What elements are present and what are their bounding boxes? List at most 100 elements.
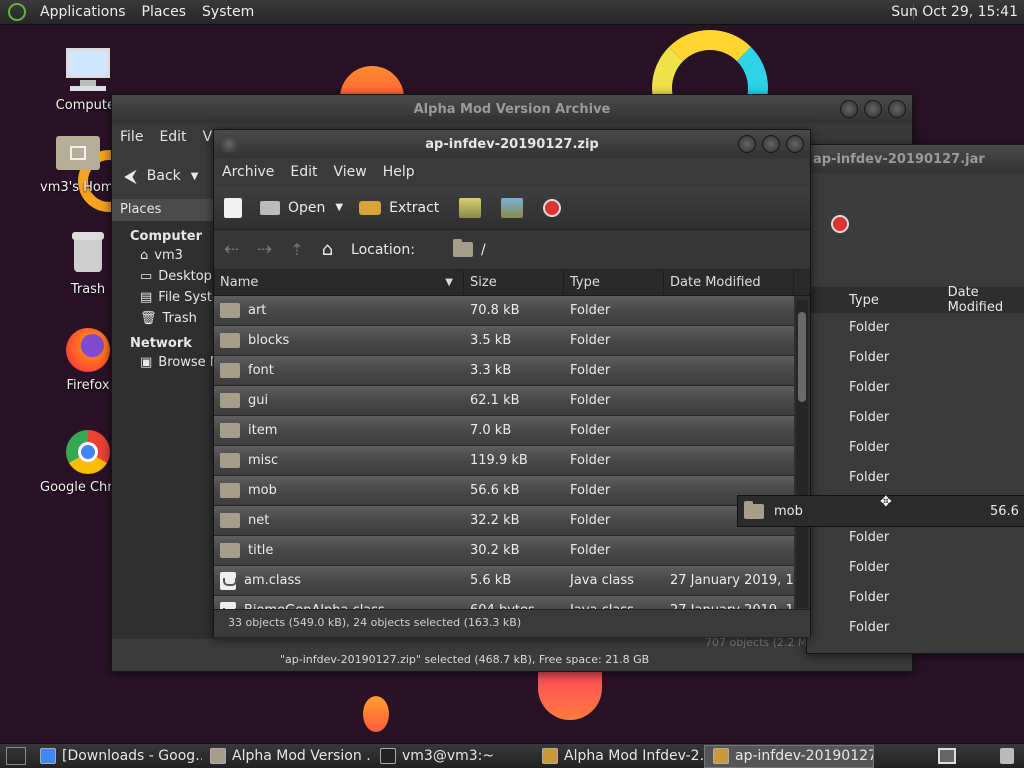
taskbar-item[interactable]: Alpha Mod Infdev-2… — [534, 745, 704, 768]
minimize-button[interactable] — [738, 135, 756, 153]
sidebar-header[interactable]: Places — [112, 199, 216, 221]
menu-view[interactable]: View — [326, 164, 375, 180]
object-count: 707 objects (2.2 MB) — [705, 636, 820, 649]
taskbar-item[interactable]: [Downloads - Goog… — [32, 745, 202, 768]
places-menu[interactable]: Places — [134, 4, 195, 20]
file-row[interactable]: title 30.2 kB Folder — [214, 536, 794, 566]
jar-file-row[interactable]: Folder — [807, 463, 1024, 493]
vertical-scrollbar[interactable] — [796, 300, 808, 608]
menu-help[interactable]: Help — [375, 164, 423, 180]
jar-file-row[interactable]: Folder — [807, 523, 1024, 553]
file-size-cell: 5.6 kB — [470, 573, 512, 588]
terminal-icon — [380, 748, 396, 764]
add-files-button[interactable] — [459, 197, 482, 218]
java-class-icon — [220, 571, 237, 590]
applications-menu[interactable]: Applications — [32, 4, 134, 20]
add-folder-button[interactable] — [501, 197, 524, 218]
taskbar-item[interactable]: ap-infdev-20190127… — [704, 744, 874, 768]
open-button[interactable]: Open — [260, 200, 325, 216]
file-size-cell: 70.8 kB — [470, 303, 520, 318]
folder-icon — [220, 543, 240, 558]
folder-icon — [220, 483, 240, 498]
stop-button[interactable] — [543, 198, 562, 217]
maximize-button[interactable] — [864, 100, 882, 118]
jar-file-row[interactable]: Folder — [807, 613, 1024, 643]
jar-file-list: Folder Folder Folder Folder Folder Folder Fold… — [807, 313, 1024, 643]
taskbar-item[interactable]: Alpha Mod Version … — [202, 745, 372, 768]
sidebar-item-filesystem[interactable]: ▤ File System — [112, 286, 233, 307]
distro-logo-icon[interactable] — [8, 3, 26, 21]
sidebar-item-browse-network[interactable]: ▣ Browse Network — [112, 351, 264, 372]
menu-file[interactable]: File — [112, 129, 151, 145]
file-type-cell: Java class — [564, 603, 664, 609]
jar-file-row[interactable]: Folder — [807, 433, 1024, 463]
open-dropdown-button[interactable]: ▼ — [335, 202, 343, 213]
column-date[interactable]: Date Modified — [948, 285, 1024, 315]
wallpaper-blob — [538, 672, 602, 720]
minimize-button[interactable] — [840, 100, 858, 118]
trash-applet-icon[interactable] — [1000, 748, 1014, 764]
file-row[interactable]: am.class 5.6 kB Java class 27 January 2019,… — [214, 566, 794, 596]
file-row[interactable]: misc 119.9 kB Folder — [214, 446, 794, 476]
file-type-cell: Folder — [570, 333, 611, 348]
clock[interactable]: Sun Oct 29, 15:41 — [891, 4, 1018, 20]
chevron-down-icon[interactable]: ▼ — [191, 171, 199, 182]
menu-edit[interactable]: Edit — [282, 164, 325, 180]
new-archive-button[interactable] — [224, 197, 242, 218]
file-row[interactable]: font 3.3 kB Folder — [214, 356, 794, 386]
desktop-icon-home[interactable]: vm3's Home — [40, 128, 116, 195]
column-date[interactable]: Date Modified — [664, 270, 794, 295]
move-cursor-icon: ✥ — [880, 494, 892, 510]
top-panel: Applications Places System Sun Oct 29, 1… — [0, 0, 1024, 25]
column-size[interactable]: Size — [464, 270, 564, 295]
archive-titlebar[interactable]: ap-infdev-20190127.zip — [214, 130, 810, 158]
folder-icon — [220, 513, 240, 528]
back-button[interactable]: ⮜ Back ▼ — [112, 159, 198, 193]
folder-icon — [210, 748, 226, 764]
close-button[interactable] — [786, 135, 804, 153]
jar-file-row[interactable]: Folder — [807, 343, 1024, 373]
back-arrow-icon: ⮜ — [124, 165, 137, 187]
file-type-cell: Java class — [570, 573, 634, 588]
file-row[interactable]: net 32.2 kB Folder — [214, 506, 794, 536]
menu-edit[interactable]: Edit — [151, 129, 194, 145]
forward-arrow-icon[interactable]: ⇢ — [257, 239, 272, 260]
jar-column-header: Type Date Modified — [807, 285, 1024, 315]
jar-file-row[interactable]: Folder — [807, 583, 1024, 613]
location-path[interactable]: / — [452, 239, 486, 258]
column-name[interactable]: Name ▼ — [214, 270, 464, 295]
show-desktop-icon[interactable] — [6, 747, 26, 765]
column-type[interactable]: Type — [564, 270, 664, 295]
workspace-switcher-icon[interactable] — [938, 748, 956, 764]
jar-file-row[interactable]: Folder — [807, 553, 1024, 583]
jar-titlebar[interactable]: ap-infdev-20190127.jar — [807, 145, 1024, 173]
file-row[interactable]: mob 56.6 kB Folder — [214, 476, 794, 506]
jar-file-row[interactable]: Folder — [807, 373, 1024, 403]
taskbar-item[interactable]: vm3@vm3:~ — [372, 745, 534, 768]
file-row[interactable]: art 70.8 kB Folder — [214, 296, 794, 326]
window-menu-button[interactable] — [220, 135, 238, 153]
extract-button[interactable]: Extract — [359, 200, 439, 216]
file-row[interactable]: blocks 3.5 kB Folder — [214, 326, 794, 356]
menu-archive[interactable]: Archive — [214, 164, 282, 180]
file-row[interactable]: BiomeGenAlpha.class604 bytesJava class27… — [214, 596, 794, 609]
file-manager-titlebar[interactable]: Alpha Mod Version Archive — [112, 95, 912, 123]
sidebar-item-trash[interactable]: 🗑 Trash — [112, 307, 216, 328]
stop-icon[interactable] — [831, 215, 849, 233]
open-folder-icon — [260, 200, 280, 215]
jar-file-row[interactable]: Folder — [807, 313, 1024, 343]
sidebar-item-desktop[interactable]: ▭ Desktop — [112, 265, 216, 286]
file-type-cell: Folder — [570, 423, 611, 438]
scrollbar-thumb[interactable] — [798, 312, 806, 402]
sidebar-item-vm3[interactable]: ⌂ vm3 — [112, 244, 216, 265]
up-arrow-icon[interactable]: ⇡ — [290, 240, 303, 259]
file-row[interactable]: gui 62.1 kB Folder — [214, 386, 794, 416]
home-icon[interactable]: ⌂ — [322, 239, 333, 260]
maximize-button[interactable] — [762, 135, 780, 153]
jar-file-row[interactable]: Folder — [807, 403, 1024, 433]
back-arrow-icon[interactable]: ⇠ — [224, 239, 239, 260]
column-type[interactable]: Type — [849, 293, 948, 308]
close-button[interactable] — [888, 100, 906, 118]
system-menu[interactable]: System — [194, 4, 262, 20]
file-row[interactable]: item 7.0 kB Folder — [214, 416, 794, 446]
